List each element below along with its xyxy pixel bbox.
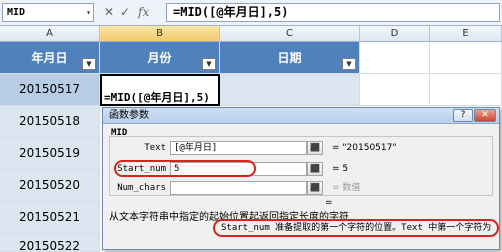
arg-result-num-chars: = 数值 [332,183,361,193]
empty-cell[interactable] [430,42,502,74]
function-arguments-dialog: 函数参数 ? ✕ MID Text [@年月日] ⬛ = "20150517" … [102,107,500,250]
table-cell[interactable] [220,74,360,106]
filter-dropdown-icon[interactable]: ▼ [82,58,96,70]
formula-bar: MID ▾ ✕ ✓ fx =MID([@年月日],5) [0,0,502,26]
dialog-titlebar[interactable]: 函数参数 ? ✕ [103,108,499,124]
active-cell[interactable]: =MID([@年月日],5) [100,74,220,106]
date-cell[interactable]: 20150521 [0,202,100,234]
arg-result-start-num: = 5 [332,164,349,174]
text-arg-input[interactable]: [@年月日] [170,141,307,155]
column-header-e[interactable]: E [430,26,502,42]
date-cell[interactable]: 20150518 [0,106,100,138]
empty-cell[interactable] [360,74,430,106]
range-select-icon[interactable]: ⬛ [307,181,323,195]
table-header-cell[interactable]: 日期 ▼ [220,42,360,74]
arg-label-text: Text [144,143,166,153]
cancel-icon[interactable]: ✕ [104,5,114,19]
column-header-b[interactable]: B [100,26,220,42]
formula-input[interactable]: =MID([@年月日],5) [166,3,500,22]
filter-dropdown-icon[interactable]: ▼ [202,58,216,70]
arguments-group: Text [@年月日] ⬛ = "20150517" Start_num 5 ⬛… [109,136,493,196]
enter-icon[interactable]: ✓ [120,5,130,19]
empty-cell[interactable] [360,42,430,74]
filter-dropdown-icon[interactable]: ▼ [342,58,356,70]
argument-description: Start_num 准备提取的第一个字符的位置。Text 中第一个字符为 1 [213,219,499,237]
column-header-d[interactable]: D [360,26,430,42]
date-cell[interactable]: 20150520 [0,170,100,202]
arg-label-num-chars: Num_chars [117,183,166,193]
column-header-c[interactable]: C [220,26,360,42]
column-header-a[interactable]: A [0,26,100,42]
arg-result-text: = "20150517" [332,143,397,153]
range-select-icon[interactable]: ⬛ [307,162,323,176]
chevron-down-icon[interactable]: ▾ [86,4,91,21]
range-select-icon[interactable]: ⬛ [307,141,323,155]
header-label: 日期 [277,51,302,65]
date-cell[interactable]: 20150517 [0,74,100,106]
highlight-annotation [114,160,256,177]
function-result: = [325,198,333,208]
date-cell[interactable]: 20150519 [0,138,100,170]
insert-function-icon[interactable]: fx [138,5,149,19]
table-header-cell[interactable]: 年月日 ▼ [0,42,100,74]
name-box[interactable]: MID ▾ [2,3,94,22]
header-label: 年月日 [31,51,68,65]
dialog-title: 函数参数 [109,110,149,121]
header-label: 月份 [147,51,172,65]
close-button[interactable]: ✕ [474,109,496,122]
date-cell[interactable]: 20150522 [0,234,100,252]
table-header-cell[interactable]: 月份 ▼ [100,42,220,74]
num-chars-arg-input[interactable] [170,181,307,195]
name-box-value: MID [7,7,26,18]
empty-cell[interactable] [430,74,502,106]
help-button[interactable]: ? [453,109,473,122]
